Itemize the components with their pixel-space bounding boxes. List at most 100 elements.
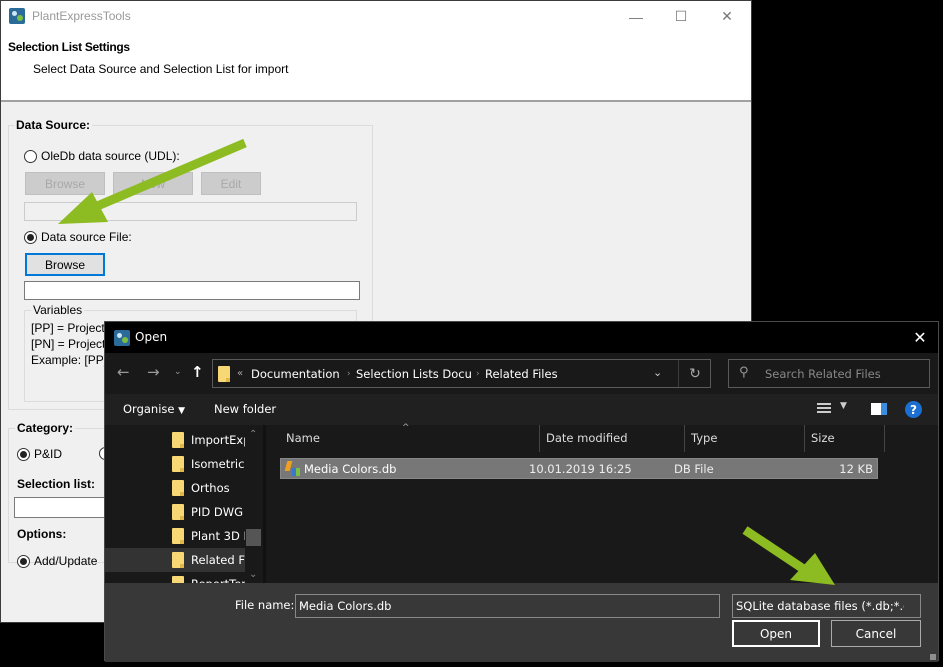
nav-folder-item[interactable]: ImportExp bbox=[105, 428, 245, 452]
command-bar: Organise ▼ New folder ▼ ? bbox=[105, 394, 938, 425]
search-placeholder: Search Related Files bbox=[765, 367, 881, 381]
file-name-label: File name: bbox=[235, 598, 295, 612]
minimize-icon: — bbox=[629, 8, 643, 25]
column-header-size[interactable]: Size bbox=[805, 425, 885, 452]
file-size: 12 KB bbox=[839, 462, 873, 476]
chevron-down-icon[interactable]: ⌄ bbox=[299, 599, 714, 610]
breadcrumb-related-files[interactable]: Related Files bbox=[485, 367, 558, 381]
oledb-radio-circle[interactable] bbox=[24, 149, 37, 163]
oledb-edit-button[interactable]: Edit bbox=[201, 172, 261, 195]
nav-folder-item[interactable]: Orthos bbox=[105, 476, 245, 500]
chevron-down-icon[interactable]: ⌄ bbox=[736, 599, 904, 610]
dialog-title: Open bbox=[135, 330, 168, 344]
column-header-name[interactable]: ^ Name bbox=[266, 423, 540, 452]
resize-grip[interactable] bbox=[930, 654, 936, 660]
navigation-pane: ReportTemRelated FilPlant 3D MPID DWGOrt… bbox=[105, 425, 263, 584]
nav-folder-label: Related Fil bbox=[191, 553, 245, 567]
folder-icon bbox=[172, 528, 184, 544]
file-radio[interactable]: Data source File: bbox=[24, 230, 132, 244]
folder-icon bbox=[172, 480, 184, 496]
scroll-up-icon[interactable]: ⌃ bbox=[249, 429, 257, 440]
file-row[interactable]: Media Colors.db 10.01.2019 16:25 DB File… bbox=[280, 458, 878, 479]
dialog-footer: File name: Media Colors.db ⌄ SQLite data… bbox=[105, 583, 938, 662]
oledb-radio[interactable]: OleDb data source (UDL): bbox=[24, 149, 180, 163]
add-update-label: Add/Update bbox=[34, 554, 98, 568]
search-icon: ⚲ bbox=[739, 365, 749, 380]
variables-label: Variables bbox=[31, 303, 85, 317]
folder-icon bbox=[172, 456, 184, 472]
back-button[interactable]: ← bbox=[117, 363, 130, 381]
nav-folder-item[interactable]: Related Fil bbox=[105, 548, 245, 572]
file-type-filter[interactable]: SQLite database files (*.db;*.db3) ⌄ bbox=[732, 594, 921, 618]
maximize-button[interactable]: ☐ bbox=[658, 1, 704, 32]
nav-folder-item[interactable]: Plant 3D M bbox=[105, 524, 245, 548]
add-update-radio[interactable]: Add/Update bbox=[17, 554, 97, 568]
breadcrumb-selection-lists-docu[interactable]: Selection Lists Docu bbox=[356, 367, 472, 381]
minimize-button[interactable]: — bbox=[613, 1, 659, 32]
category-label: Category: bbox=[15, 421, 76, 435]
page-subtitle: Select Data Source and Selection List fo… bbox=[33, 62, 289, 76]
caret-down-icon: ▼ bbox=[178, 406, 186, 416]
chevron-down-icon: ⌄ bbox=[174, 367, 182, 377]
oledb-browse-button[interactable]: Browse bbox=[25, 172, 105, 195]
options-label: Options: bbox=[15, 527, 69, 541]
help-icon[interactable]: ? bbox=[905, 401, 922, 418]
column-header-date-modified[interactable]: Date modified bbox=[540, 425, 685, 452]
file-type: DB File bbox=[674, 462, 714, 476]
breadcrumb-separator-icon: › bbox=[476, 369, 480, 379]
file-name: Media Colors.db bbox=[304, 462, 397, 476]
nav-folder-label: ImportExp bbox=[191, 433, 245, 447]
view-dropdown-icon[interactable]: ▼ bbox=[840, 401, 847, 411]
column-header-type[interactable]: Type bbox=[685, 425, 805, 452]
close-icon: ✕ bbox=[721, 8, 733, 24]
forward-button[interactable]: → bbox=[147, 363, 160, 381]
arrow-left-icon: ← bbox=[117, 363, 130, 381]
preview-pane-icon[interactable] bbox=[871, 403, 887, 415]
file-date-modified: 10.01.2019 16:25 bbox=[529, 462, 632, 476]
file-radio-circle[interactable] bbox=[24, 230, 37, 244]
scroll-down-icon[interactable]: ⌄ bbox=[249, 569, 257, 580]
cancel-button[interactable]: Cancel bbox=[831, 620, 921, 647]
open-button[interactable]: Open bbox=[732, 620, 820, 647]
sort-ascending-icon: ^ bbox=[402, 423, 410, 433]
window-title: PlantExpressTools bbox=[32, 9, 131, 23]
up-button[interactable]: ↑ bbox=[191, 363, 204, 381]
oledb-path-field[interactable] bbox=[24, 202, 357, 221]
refresh-button[interactable]: ↻ bbox=[678, 360, 711, 387]
file-name-input[interactable]: Media Colors.db ⌄ bbox=[295, 594, 720, 618]
dialog-title-bar[interactable]: Open ✕ bbox=[105, 322, 938, 353]
folder-icon bbox=[172, 432, 184, 448]
breadcrumb-overflow[interactable]: « bbox=[237, 368, 243, 379]
nav-folder-item[interactable]: PID DWG bbox=[105, 500, 245, 524]
address-bar[interactable]: « Documentation › Selection Lists Docu ›… bbox=[212, 359, 711, 388]
open-file-dialog: Open ✕ ← → ⌄ ↑ « Documentation › Selecti… bbox=[104, 321, 939, 662]
recent-locations-button[interactable]: ⌄ bbox=[174, 367, 182, 377]
data-source-label: Data Source: bbox=[14, 118, 93, 132]
new-folder-button[interactable]: New folder bbox=[214, 402, 276, 416]
variable-pp: [PP] = Project bbox=[31, 321, 105, 335]
selection-list-label: Selection list: bbox=[15, 477, 98, 491]
add-update-radio-circle[interactable] bbox=[17, 554, 30, 568]
dialog-close-button[interactable]: ✕ bbox=[902, 322, 938, 353]
app-icon bbox=[114, 330, 130, 346]
organise-menu[interactable]: Organise ▼ bbox=[123, 402, 185, 416]
navigation-scrollbar-thumb[interactable] bbox=[246, 529, 261, 546]
search-box[interactable]: ⚲ Search Related Files bbox=[728, 359, 930, 388]
address-dropdown-icon[interactable]: ⌄ bbox=[653, 366, 662, 379]
folder-icon bbox=[218, 366, 230, 382]
breadcrumb-documentation[interactable]: Documentation bbox=[251, 367, 340, 381]
category-pid-label: P&ID bbox=[34, 447, 63, 461]
nav-folder-item[interactable]: Isometric bbox=[105, 452, 245, 476]
oledb-new-button[interactable]: New bbox=[113, 172, 193, 195]
folder-icon bbox=[172, 504, 184, 520]
category-pid-radio-circle[interactable] bbox=[17, 447, 30, 461]
oledb-radio-label: OleDb data source (UDL): bbox=[41, 149, 180, 163]
refresh-icon: ↻ bbox=[689, 365, 701, 382]
file-list: ^ Name Date modified Type Size Media Col… bbox=[266, 423, 938, 583]
file-path-field[interactable] bbox=[24, 281, 360, 300]
category-pid-radio[interactable]: P&ID bbox=[17, 447, 62, 461]
view-options-icon[interactable] bbox=[817, 403, 831, 415]
title-bar[interactable]: PlantExpressTools — ☐ ✕ bbox=[1, 1, 751, 32]
close-button[interactable]: ✕ bbox=[704, 1, 750, 32]
file-browse-button[interactable]: Browse bbox=[25, 253, 105, 276]
